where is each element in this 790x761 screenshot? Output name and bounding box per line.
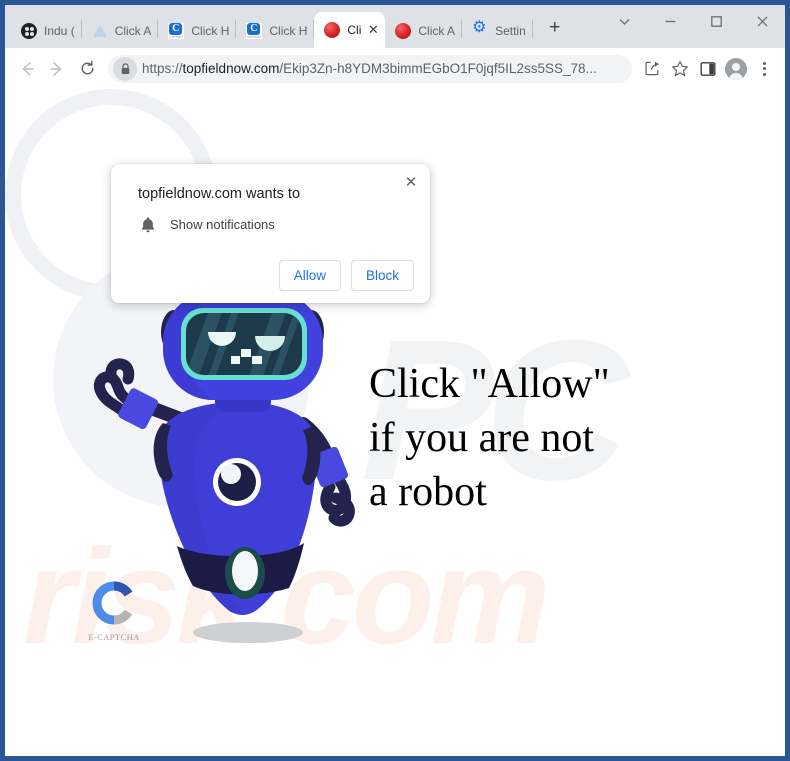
maximize-button[interactable] [693, 5, 739, 37]
tab-label: Click A [114, 24, 152, 38]
page-viewport: PC risk.com E-CAPTCHA Click "Allow" if y… [5, 89, 785, 756]
tab-search-button[interactable] [601, 5, 647, 37]
tab-strip: Indu ( Click A C KAPTCHA Click H C KAPTCHA… [5, 5, 785, 48]
tab-settings[interactable]: Settin [462, 14, 532, 48]
back-button[interactable] [12, 54, 42, 84]
ecaptcha-c-icon [92, 581, 136, 625]
captcha-c-icon: C KAPTCHA [246, 23, 263, 39]
block-button[interactable]: Block [350, 260, 414, 291]
star-icon[interactable] [666, 55, 694, 83]
page-headline: Click "Allow" if you are not a robot [369, 361, 610, 515]
tab-label: Click H [191, 24, 230, 38]
permission-request-row: Show notifications [127, 216, 414, 233]
permission-text: Show notifications [170, 217, 275, 232]
film-reel-icon [21, 23, 37, 39]
ecaptcha-label: E-CAPTCHA [88, 632, 140, 642]
allow-button[interactable]: Allow [278, 260, 341, 291]
side-panel-icon[interactable] [694, 55, 722, 83]
tab-label: Indu ( [44, 24, 75, 38]
tab-click-here-1[interactable]: C KAPTCHA Click H [158, 14, 235, 48]
tab-click-here-2[interactable]: C KAPTCHA Click H [236, 14, 313, 48]
tab-active-click[interactable]: Cli ✕ [314, 12, 386, 48]
reload-button[interactable] [72, 54, 102, 84]
tab-label: Click A [418, 24, 456, 38]
captcha-c-icon: C KAPTCHA [168, 23, 185, 39]
close-icon[interactable]: ✕ [400, 171, 422, 193]
ecaptcha-logo: E-CAPTCHA [79, 581, 149, 642]
address-bar[interactable]: https://topfieldnow.com/Ekip3Zn-h8YDM3bi… [108, 54, 632, 83]
avatar[interactable] [722, 55, 750, 83]
minimize-button[interactable] [647, 5, 693, 37]
new-tab-button[interactable]: + [542, 16, 568, 42]
tab-industry[interactable]: Indu ( [11, 14, 81, 48]
tab-list: Indu ( Click A C KAPTCHA Click H C KAPTCHA… [11, 10, 568, 48]
bell-icon [138, 216, 158, 233]
tab-click-allow-1[interactable]: Click A [82, 14, 158, 48]
permission-buttons: Allow Block [127, 260, 414, 291]
tab-label: Cli [347, 23, 362, 37]
blue-triangle-icon [92, 23, 108, 39]
tab-click-allow-2[interactable]: Click A [385, 14, 461, 48]
tab-separator [531, 20, 533, 38]
browser-toolbar: https://topfieldnow.com/Ekip3Zn-h8YDM3bi… [5, 48, 785, 89]
tab-label: Click H [269, 24, 308, 38]
permission-title: topfieldnow.com wants to [138, 186, 301, 202]
notification-permission-dialog: ✕ topfieldnow.com wants to Show notifica… [111, 164, 430, 303]
lock-icon[interactable] [113, 56, 137, 81]
window-controls [601, 5, 785, 37]
tab-close-icon[interactable]: ✕ [365, 22, 381, 38]
browser-window: Indu ( Click A C KAPTCHA Click H C KAPTCHA… [5, 5, 785, 756]
three-dot-menu-icon[interactable] [750, 55, 778, 83]
close-window-button[interactable] [739, 5, 785, 37]
forward-button[interactable] [42, 54, 72, 84]
url-text: https://topfieldnow.com/Ekip3Zn-h8YDM3bi… [142, 61, 597, 76]
gear-icon [472, 20, 488, 39]
red-sphere-icon [324, 22, 341, 38]
red-sphere-icon [395, 23, 412, 39]
share-icon[interactable] [638, 55, 666, 83]
tab-label: Settin [495, 24, 526, 38]
